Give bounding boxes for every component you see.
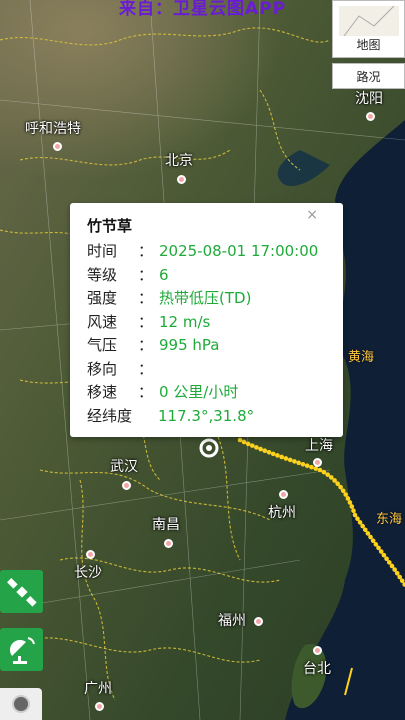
track-point bbox=[347, 500, 353, 505]
coords-value: 117.3°,31.8° bbox=[158, 406, 255, 425]
traffic-label: 路况 bbox=[356, 69, 381, 84]
time-value: 2025-08-01 17:00:00 bbox=[159, 242, 319, 260]
track-point bbox=[296, 460, 301, 466]
satellite-button[interactable] bbox=[0, 570, 43, 613]
typhoon-info-popup: × 竹节草 时间： 2025-08-01 17:00:00 等级： 6 强度：热带低… bbox=[70, 203, 343, 437]
city-marker bbox=[366, 112, 375, 121]
map-layer-button[interactable]: 地图 bbox=[332, 0, 405, 58]
track-point bbox=[270, 451, 276, 457]
city-marker bbox=[164, 539, 173, 548]
info-row-pressure: 气压： 995 hPa bbox=[87, 334, 343, 358]
track-point bbox=[275, 453, 280, 458]
track-point bbox=[287, 457, 293, 463]
city-marker bbox=[95, 702, 104, 711]
track-point bbox=[340, 488, 346, 494]
track-point bbox=[266, 450, 272, 455]
city-label: 长沙 bbox=[74, 565, 102, 581]
info-row-coords: 经纬度 117.3°,31.8° bbox=[87, 405, 343, 429]
info-row-speed: 移速： 0 公里/小时 bbox=[87, 381, 343, 405]
info-row-intensity: 强度：热带低压(TD) bbox=[87, 287, 343, 311]
track-point bbox=[394, 570, 400, 576]
info-row-wind: 风速： 12 m/s bbox=[87, 311, 343, 335]
city-label: 上海 bbox=[305, 438, 333, 454]
track-point bbox=[279, 454, 284, 460]
typhoon-name: 竹节草 bbox=[87, 217, 133, 235]
city-marker bbox=[177, 175, 186, 184]
track-point bbox=[258, 446, 263, 452]
level-value: 6 bbox=[159, 265, 169, 284]
speed-value: 0 公里/小时 bbox=[159, 383, 239, 401]
track-point bbox=[345, 496, 351, 501]
sea-label: 黄海 bbox=[348, 350, 375, 365]
track-point bbox=[283, 456, 289, 461]
radar-button[interactable] bbox=[0, 628, 43, 671]
info-row-level: 等级： 6 bbox=[87, 264, 343, 288]
city-label: 南昌 bbox=[152, 517, 180, 533]
city-label: 福州 bbox=[218, 613, 246, 629]
track-point bbox=[392, 567, 397, 572]
track-point bbox=[304, 463, 310, 469]
track-point bbox=[321, 469, 327, 475]
city-marker bbox=[254, 617, 263, 626]
track-point bbox=[300, 461, 306, 467]
city-label: 北京 bbox=[165, 153, 193, 169]
city-marker bbox=[53, 142, 62, 151]
track-point bbox=[349, 504, 355, 509]
pressure-value: 995 hPa bbox=[159, 336, 220, 354]
track-point bbox=[352, 512, 358, 518]
map-thumbnail-icon bbox=[338, 6, 399, 36]
track-point bbox=[245, 441, 251, 447]
city-label: 广州 bbox=[84, 681, 112, 697]
track-point bbox=[343, 492, 348, 497]
city-marker bbox=[122, 481, 131, 490]
track-point bbox=[249, 443, 255, 448]
city-marker bbox=[313, 458, 322, 467]
track-point bbox=[254, 445, 259, 450]
intensity-value: 热带低压(TD) bbox=[159, 289, 252, 307]
map-layer-label: 地图 bbox=[356, 38, 381, 52]
sea-label: 东海 bbox=[376, 512, 403, 527]
radar-icon bbox=[9, 636, 35, 664]
info-row-time: 时间： 2025-08-01 17:00:00 bbox=[87, 240, 343, 264]
close-icon[interactable]: × bbox=[306, 207, 318, 223]
track-point bbox=[397, 574, 402, 580]
track-point bbox=[309, 464, 314, 470]
track-point bbox=[241, 439, 247, 445]
typhoon-position-icon[interactable] bbox=[198, 437, 220, 463]
city-label: 杭州 bbox=[268, 505, 296, 521]
track-point bbox=[237, 437, 243, 443]
city-label: 台北 bbox=[303, 661, 331, 677]
city-marker bbox=[279, 490, 288, 499]
city-marker bbox=[313, 646, 322, 655]
track-point bbox=[262, 448, 268, 454]
city-marker bbox=[86, 550, 95, 559]
traffic-button[interactable]: 路况 bbox=[332, 63, 405, 89]
info-row-direction: 移向： bbox=[87, 359, 154, 378]
record-button[interactable] bbox=[0, 688, 42, 720]
city-label: 呼和浩特 bbox=[25, 121, 81, 137]
city-label: 武汉 bbox=[110, 459, 138, 475]
wind-value: 12 m/s bbox=[159, 312, 211, 331]
city-label: 沈阳 bbox=[355, 91, 383, 107]
record-icon bbox=[12, 695, 30, 713]
satellite-icon bbox=[6, 577, 37, 607]
track-point bbox=[351, 508, 356, 514]
track-point bbox=[399, 578, 405, 584]
track-point bbox=[317, 467, 323, 473]
track-point bbox=[292, 459, 297, 464]
